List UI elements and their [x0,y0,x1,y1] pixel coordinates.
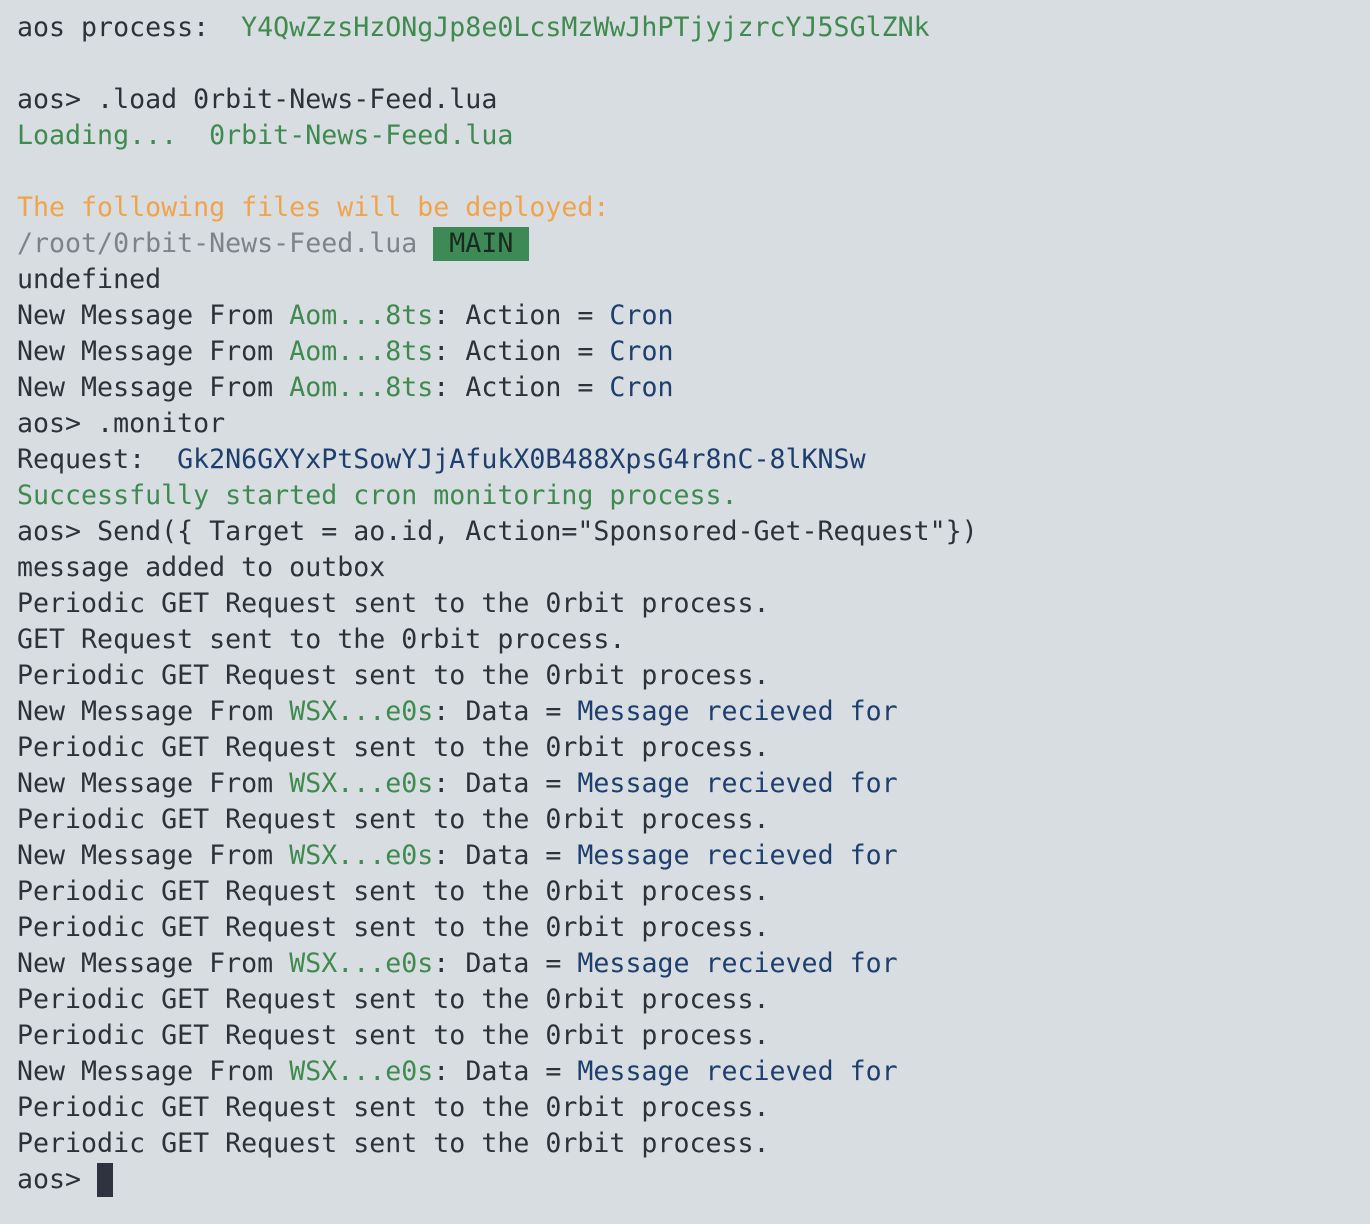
request-label: Request: [17,444,178,475]
prompt: aos> [17,516,98,547]
periodic-request-line: Periodic GET Request sent to the 0rbit p… [17,660,770,691]
deploy-heading: The following files will be deployed: [17,192,610,223]
message-field: : Data = [433,768,578,799]
message-value: Message recieved for [577,696,898,727]
message-value: Cron [609,300,674,331]
message-prefix: New Message From [17,696,290,727]
text-cursor[interactable] [97,1163,114,1197]
message-value: Message recieved for [577,948,898,979]
message-prefix: New Message From [17,336,290,367]
message-sender: Aom...8ts [289,372,434,403]
periodic-request-line: Periodic GET Request sent to the 0rbit p… [17,876,770,907]
message-sender: Aom...8ts [289,336,434,367]
command-monitor: .monitor [97,408,226,439]
process-id: Y4QwZzsHzONgJp8e0LcsMzWwJhPTjyjzrcYJ5SGl… [241,12,930,43]
prompt: aos> [17,84,98,115]
command-line-input[interactable]: aos> [17,1162,1370,1198]
cron-message-line: New Message From Aom...8ts: Action = Cro… [17,298,1370,334]
deploy-path: /root/0rbit-News-Feed.lua [17,228,418,259]
process-line: aos process: Y4QwZzsHzONgJp8e0LcsMzWwJhP… [17,10,1370,46]
message-prefix: New Message From [17,948,290,979]
periodic-request-line: Periodic GET Request sent to the 0rbit p… [17,1020,770,1051]
loading-file: 0rbit-News-Feed.lua [209,120,514,151]
message-field: : Action = [433,372,610,403]
periodic-request-line: Periodic GET Request sent to the 0rbit p… [17,984,770,1015]
monitor-success-line: Successfully started cron monitoring pro… [17,480,738,511]
outbox-line: message added to outbox [17,552,386,583]
command-send: Send({ Target = ao.id, Action="Sponsored… [97,516,978,547]
message-field: : Data = [433,840,578,871]
message-sender: WSX...e0s [289,696,434,727]
message-prefix: New Message From [17,372,290,403]
main-badge: MAIN [433,227,530,261]
message-field: : Action = [433,336,610,367]
cron-message-line: New Message From Aom...8ts: Action = Cro… [17,334,1370,370]
request-line: Request: Gk2N6GXYxPtSowYJjAfukX0B488XpsG… [17,442,1370,478]
message-sender: WSX...e0s [289,840,434,871]
message-prefix: New Message From [17,1056,290,1087]
get-request-line: GET Request sent to the 0rbit process. [17,624,626,655]
command-line-load: aos> .load 0rbit-News-Feed.lua [17,82,1370,118]
message-value: Cron [609,372,674,403]
message-sender: WSX...e0s [289,768,434,799]
prompt: aos> [17,408,98,439]
message-sender: Aom...8ts [289,300,434,331]
command-load: .load 0rbit-News-Feed.lua [97,84,498,115]
command-line-send: aos> Send({ Target = ao.id, Action="Spon… [17,514,1370,550]
periodic-request-line: Periodic GET Request sent to the 0rbit p… [17,1128,770,1159]
request-id: Gk2N6GXYxPtSowYJjAfukX0B488XpsG4r8nC-8lK… [177,444,866,475]
periodic-request-line: Periodic GET Request sent to the 0rbit p… [17,912,770,943]
message-value: Message recieved for [577,1056,898,1087]
data-message-line: New Message From WSX...e0s: Data = Messa… [17,694,1370,730]
message-sender: WSX...e0s [289,1056,434,1087]
command-line-monitor: aos> .monitor [17,406,1370,442]
data-message-line: New Message From WSX...e0s: Data = Messa… [17,838,1370,874]
undefined-line: undefined [17,264,162,295]
message-prefix: New Message From [17,300,290,331]
message-prefix: New Message From [17,768,290,799]
message-field: : Data = [433,948,578,979]
loading-line: Loading... 0rbit-News-Feed.lua [17,118,1370,154]
prompt: aos> [17,1164,98,1195]
message-value: Message recieved for [577,840,898,871]
periodic-request-line: Periodic GET Request sent to the 0rbit p… [17,1092,770,1123]
loading-label: Loading... [17,120,210,151]
periodic-request-line: Periodic GET Request sent to the 0rbit p… [17,588,770,619]
process-label: aos process: [17,12,242,43]
cron-message-line: New Message From Aom...8ts: Action = Cro… [17,370,1370,406]
periodic-request-line: Periodic GET Request sent to the 0rbit p… [17,732,770,763]
data-message-line: New Message From WSX...e0s: Data = Messa… [17,946,1370,982]
data-message-line: New Message From WSX...e0s: Data = Messa… [17,766,1370,802]
message-field: : Action = [433,300,610,331]
periodic-request-line: Periodic GET Request sent to the 0rbit p… [17,804,770,835]
message-field: : Data = [433,696,578,727]
message-value: Cron [609,336,674,367]
message-prefix: New Message From [17,840,290,871]
message-field: : Data = [433,1056,578,1087]
message-value: Message recieved for [577,768,898,799]
message-sender: WSX...e0s [289,948,434,979]
deploy-file-line: /root/0rbit-News-Feed.lua MAIN [17,226,1370,262]
data-message-line: New Message From WSX...e0s: Data = Messa… [17,1054,1370,1090]
terminal-window[interactable]: aos process: Y4QwZzsHzONgJp8e0LcsMzWwJhP… [0,0,1370,1224]
